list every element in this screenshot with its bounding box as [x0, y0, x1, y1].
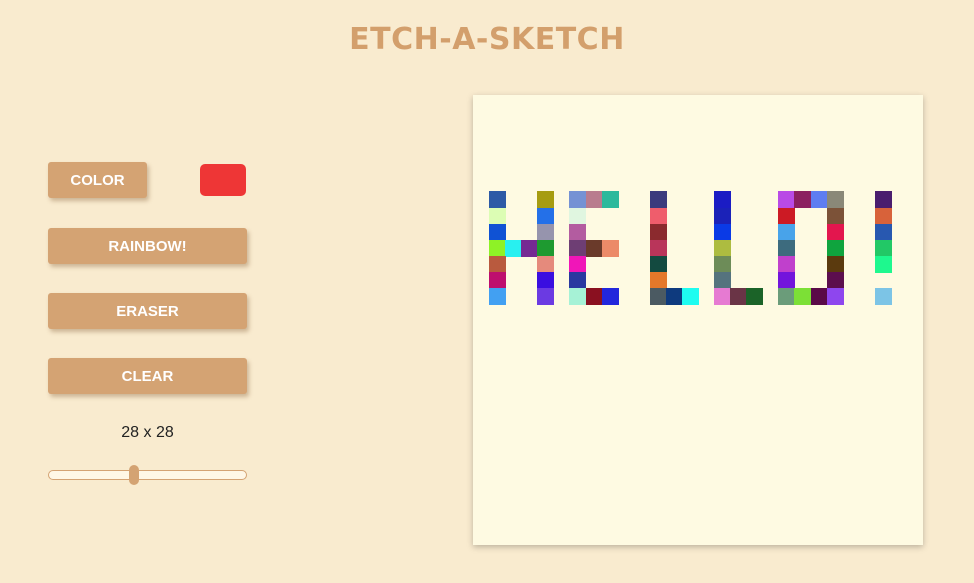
- canvas-cell[interactable]: [649, 191, 667, 209]
- canvas-cell[interactable]: [874, 239, 892, 257]
- canvas-cell[interactable]: [505, 239, 523, 257]
- canvas-cell[interactable]: [489, 191, 507, 209]
- canvas-cell[interactable]: [649, 207, 667, 225]
- canvas-cell[interactable]: [714, 255, 732, 273]
- sketch-canvas[interactable]: [473, 95, 923, 545]
- canvas-cell[interactable]: [489, 255, 507, 273]
- canvas-cell[interactable]: [569, 207, 587, 225]
- canvas-cell[interactable]: [730, 287, 748, 305]
- canvas-cell[interactable]: [714, 207, 732, 225]
- canvas-cell[interactable]: [585, 239, 603, 257]
- page-title: ETCH-A-SKETCH: [349, 22, 625, 57]
- canvas-cell[interactable]: [569, 191, 587, 209]
- canvas-cell[interactable]: [746, 287, 764, 305]
- grid-size-slider-thumb[interactable]: [129, 465, 139, 485]
- clear-button[interactable]: CLEAR: [48, 358, 247, 394]
- canvas-cell[interactable]: [874, 287, 892, 305]
- canvas-cell[interactable]: [714, 191, 732, 209]
- canvas-cell[interactable]: [537, 287, 555, 305]
- canvas-cell[interactable]: [489, 271, 507, 289]
- canvas-cell[interactable]: [810, 191, 828, 209]
- canvas-cell[interactable]: [778, 223, 796, 241]
- canvas-cell[interactable]: [649, 223, 667, 241]
- canvas-cell[interactable]: [649, 287, 667, 305]
- canvas-cell[interactable]: [601, 287, 619, 305]
- eraser-button[interactable]: ERASER: [48, 293, 247, 329]
- canvas-cell[interactable]: [778, 255, 796, 273]
- canvas-cell[interactable]: [489, 287, 507, 305]
- canvas-cell[interactable]: [778, 239, 796, 257]
- canvas-cell[interactable]: [826, 255, 844, 273]
- color-button[interactable]: COLOR: [48, 162, 147, 198]
- canvas-cell[interactable]: [537, 239, 555, 257]
- canvas-cell[interactable]: [489, 207, 507, 225]
- canvas-cell[interactable]: [537, 271, 555, 289]
- canvas-cell[interactable]: [826, 287, 844, 305]
- canvas-cell[interactable]: [778, 287, 796, 305]
- canvas-cell[interactable]: [874, 207, 892, 225]
- canvas-cell[interactable]: [826, 191, 844, 209]
- canvas-cell[interactable]: [826, 207, 844, 225]
- canvas-cell[interactable]: [649, 239, 667, 257]
- rainbow-button[interactable]: RAINBOW!: [48, 228, 247, 264]
- canvas-cell[interactable]: [569, 271, 587, 289]
- canvas-cell[interactable]: [794, 287, 812, 305]
- canvas-cell[interactable]: [778, 271, 796, 289]
- color-picker-swatch[interactable]: [200, 164, 246, 196]
- canvas-cell[interactable]: [537, 207, 555, 225]
- canvas-cell[interactable]: [601, 239, 619, 257]
- canvas-cell[interactable]: [714, 239, 732, 257]
- canvas-cell[interactable]: [521, 239, 539, 257]
- canvas-cell[interactable]: [778, 191, 796, 209]
- canvas-cell[interactable]: [569, 255, 587, 273]
- canvas-cell[interactable]: [778, 207, 796, 225]
- canvas-cell[interactable]: [649, 255, 667, 273]
- canvas-cell[interactable]: [714, 287, 732, 305]
- canvas-cell[interactable]: [569, 287, 587, 305]
- canvas-cell[interactable]: [874, 191, 892, 209]
- canvas-cell[interactable]: [826, 271, 844, 289]
- canvas-cell[interactable]: [537, 255, 555, 273]
- canvas-cell[interactable]: [826, 239, 844, 257]
- canvas-cell[interactable]: [489, 239, 507, 257]
- canvas-cell[interactable]: [537, 191, 555, 209]
- canvas-cell[interactable]: [569, 239, 587, 257]
- grid-size-label: 28 x 28: [121, 424, 174, 441]
- canvas-cell[interactable]: [681, 287, 699, 305]
- canvas-cell[interactable]: [649, 271, 667, 289]
- canvas-cell[interactable]: [585, 191, 603, 209]
- canvas-cell[interactable]: [714, 271, 732, 289]
- canvas-cell[interactable]: [874, 223, 892, 241]
- canvas-cell[interactable]: [601, 191, 619, 209]
- canvas-cell[interactable]: [794, 191, 812, 209]
- canvas-cell[interactable]: [874, 255, 892, 273]
- canvas-cell[interactable]: [810, 287, 828, 305]
- canvas-cell[interactable]: [585, 287, 603, 305]
- canvas-cell[interactable]: [489, 223, 507, 241]
- canvas-cell[interactable]: [714, 223, 732, 241]
- canvas-cell[interactable]: [569, 223, 587, 241]
- canvas-cell[interactable]: [665, 287, 683, 305]
- grid-size-slider[interactable]: [48, 470, 247, 480]
- canvas-cell[interactable]: [826, 223, 844, 241]
- canvas-cell[interactable]: [537, 223, 555, 241]
